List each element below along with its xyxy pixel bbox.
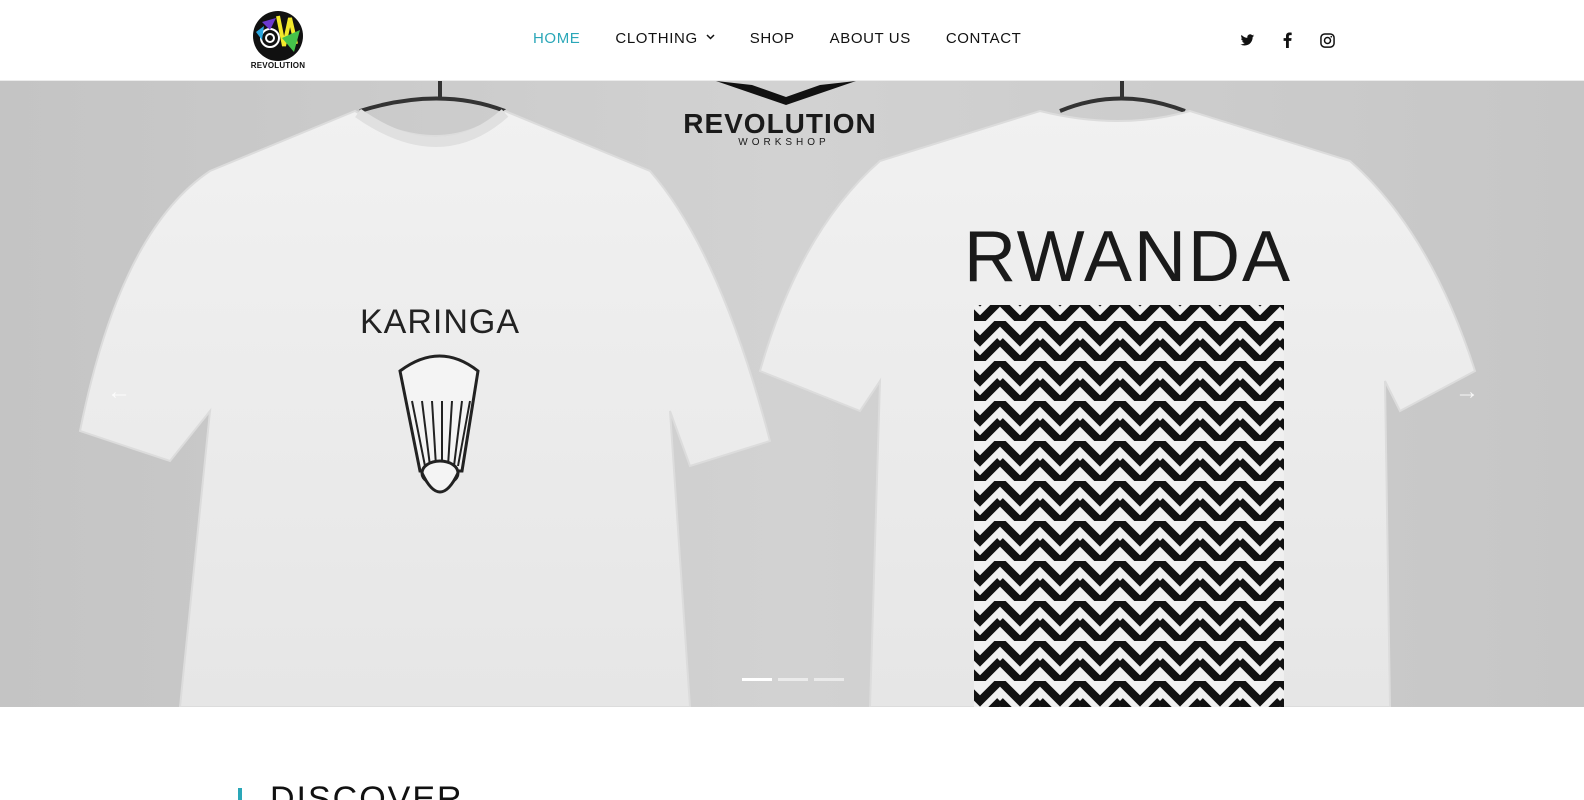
nav-shop[interactable]: SHOP bbox=[750, 30, 795, 47]
slider-pagination bbox=[742, 678, 844, 681]
nav-contact-label: CONTACT bbox=[945, 30, 1022, 47]
instagram-icon[interactable] bbox=[1318, 31, 1336, 49]
section-title: DISCOVER bbox=[270, 780, 464, 800]
arrow-right-icon: → bbox=[1455, 378, 1479, 405]
slider-prev-button[interactable]: ← bbox=[104, 377, 134, 407]
brand-subtitle: WORKSHOP bbox=[738, 137, 829, 148]
nav-home[interactable]: HOME bbox=[533, 30, 580, 47]
hero-image: KARINGA RWANDA REVOLUTION WORKSHOP bbox=[0, 81, 1584, 707]
social-links bbox=[1238, 31, 1336, 49]
shirt-right-text: RWANDA bbox=[964, 217, 1292, 297]
nav-shop-label: SHOP bbox=[749, 30, 795, 47]
twitter-icon[interactable] bbox=[1238, 31, 1256, 49]
slider-next-button[interactable]: → bbox=[1452, 377, 1482, 407]
shirt-left-text: KARINGA bbox=[360, 303, 520, 341]
nav-contact[interactable]: CONTACT bbox=[946, 30, 1022, 47]
logo-icon bbox=[253, 11, 303, 61]
discover-heading: DISCOVER bbox=[238, 780, 464, 800]
logo-text: REVOLUTION bbox=[250, 61, 306, 70]
brand-title: REVOLUTION bbox=[683, 108, 877, 139]
rwanda-pattern bbox=[974, 305, 1284, 707]
nav-clothing-label: CLOTHING bbox=[615, 30, 698, 47]
chevron-down-icon bbox=[706, 32, 715, 43]
slider-dot-2[interactable] bbox=[778, 678, 808, 681]
nav-about-us[interactable]: ABOUT US bbox=[830, 30, 911, 47]
heading-accent-bar bbox=[238, 788, 242, 800]
site-header: REVOLUTION HOME CLOTHING SHOP ABOUT US C… bbox=[0, 0, 1584, 81]
nav-clothing[interactable]: CLOTHING bbox=[615, 30, 715, 47]
site-logo[interactable]: REVOLUTION bbox=[248, 8, 308, 72]
nav-about-us-label: ABOUT US bbox=[829, 30, 911, 47]
main-nav: HOME CLOTHING SHOP ABOUT US CONTACT bbox=[533, 30, 1056, 47]
arrow-left-icon: ← bbox=[107, 378, 131, 405]
slider-dot-1[interactable] bbox=[742, 678, 772, 681]
nav-home-label: HOME bbox=[533, 30, 581, 47]
slider-dot-3[interactable] bbox=[814, 678, 844, 681]
hero-slider: KARINGA RWANDA REVOLUTION WORKSHOP ← → bbox=[0, 81, 1584, 707]
facebook-icon[interactable] bbox=[1278, 31, 1296, 49]
